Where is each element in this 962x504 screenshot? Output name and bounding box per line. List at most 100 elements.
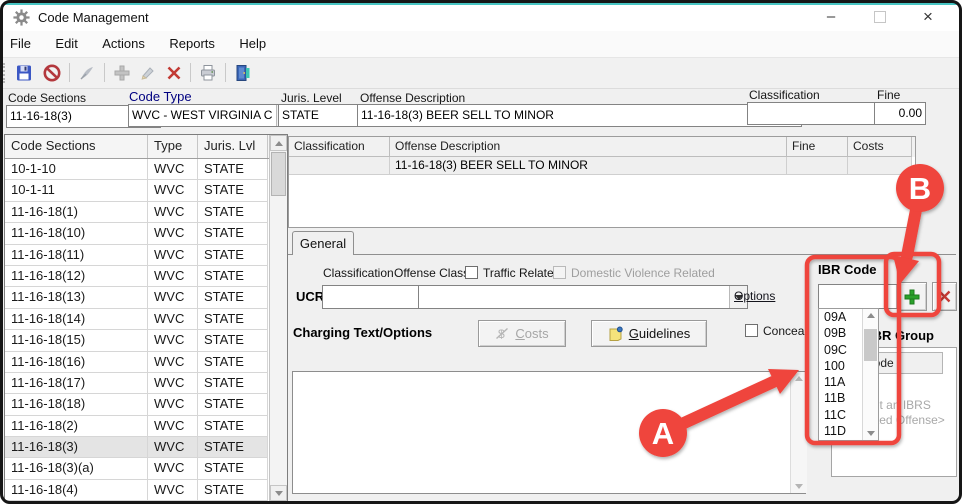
cell: WVC <box>148 266 198 287</box>
cell: STATE <box>198 416 268 437</box>
scroll-down-icon[interactable] <box>863 431 878 436</box>
cell: STATE <box>198 437 268 458</box>
offense-table-header: Classification Offense Description Fine … <box>289 137 915 157</box>
tab-strip-line <box>288 254 956 255</box>
table-row[interactable]: 11-16-18(4)WVCSTATE <box>5 480 287 501</box>
cell-offense-description: 11-16-18(3) BEER SELL TO MINOR <box>390 157 787 175</box>
close-button[interactable]: × <box>910 3 946 30</box>
maximize-button[interactable] <box>862 3 898 30</box>
charging-text-area[interactable] <box>292 371 806 494</box>
cell: 11-16-18(17) <box>5 373 148 394</box>
cancel-icon[interactable] <box>39 61 65 85</box>
scroll-up-icon[interactable] <box>791 376 807 381</box>
column-header[interactable]: Offense Description <box>390 137 787 157</box>
cell: WVC <box>148 394 198 415</box>
cell-classification <box>289 157 390 175</box>
scroll-down-icon[interactable] <box>791 484 807 489</box>
menu-actions[interactable]: Actions <box>92 31 155 51</box>
ibr-list-scrollbar[interactable] <box>862 309 878 440</box>
table-row[interactable]: 11-16-18(1)WVCSTATE <box>5 202 287 223</box>
code-type-dropdown[interactable]: WVC - WEST VIRGINIA C <box>128 104 295 127</box>
table-row[interactable]: 10-1-10WVCSTATE <box>5 159 287 180</box>
offense-description-input[interactable]: 11-16-18(3) BEER SELL TO MINOR <box>357 104 802 127</box>
cell: 11-16-18(16) <box>5 352 148 373</box>
cell: WVC <box>148 180 198 201</box>
cell: STATE <box>198 309 268 330</box>
column-header[interactable]: Juris. Lvl <box>198 135 268 158</box>
traffic-related-checkbox[interactable] <box>465 266 478 279</box>
column-header[interactable]: Fine <box>787 137 848 157</box>
table-row[interactable]: 11-16-18(18)WVCSTATE <box>5 394 287 415</box>
cell: 11-16-18(12) <box>5 266 148 287</box>
table-row[interactable]: 11-16-18(12)WVCSTATE <box>5 266 287 287</box>
ucr-offense-class-dropdown[interactable] <box>418 285 748 309</box>
code-table-header: Code Sections Type Juris. Lvl <box>5 135 287 159</box>
scroll-down-icon[interactable] <box>270 485 287 501</box>
ibr-add-button[interactable] <box>897 282 927 311</box>
code-type-value: WVC - WEST VIRGINIA C <box>132 108 272 122</box>
app-window: Code Management – × File Edit Actions Re… <box>0 0 962 504</box>
table-row[interactable]: 11-16-18(16)WVCSTATE <box>5 352 287 373</box>
cell: STATE <box>198 394 268 415</box>
delete-icon[interactable] <box>161 61 187 85</box>
scroll-thumb[interactable] <box>864 329 877 361</box>
cell: WVC <box>148 373 198 394</box>
guidelines-button[interactable]: Guidelines <box>591 320 707 347</box>
exit-icon[interactable] <box>230 61 256 85</box>
scroll-up-icon[interactable] <box>863 313 878 318</box>
offense-class-label: Offense Class <box>394 266 469 280</box>
code-table-scrollbar[interactable] <box>269 135 287 501</box>
menu-help[interactable]: Help <box>229 31 276 51</box>
conceal-checkbox[interactable] <box>745 324 758 337</box>
cell: 11-16-18(4) <box>5 480 148 501</box>
cell: WVC <box>148 437 198 458</box>
table-row[interactable]: 11-16-18(13)WVCSTATE <box>5 287 287 308</box>
guidelines-note-icon <box>608 326 624 342</box>
sign-pen-icon[interactable] <box>74 61 100 85</box>
fine-input[interactable]: 0.00 <box>874 102 926 125</box>
save-icon[interactable] <box>11 61 37 85</box>
table-row[interactable]: 11-16-18(3) BEER SELL TO MINOR <box>289 157 915 175</box>
menu-file[interactable]: File <box>0 31 41 51</box>
print-icon[interactable] <box>195 61 221 85</box>
cell: STATE <box>198 287 268 308</box>
table-row[interactable]: 11-16-18(3)WVCSTATE <box>5 437 287 458</box>
code-sections-table: Code Sections Type Juris. Lvl 10-1-10WVC… <box>4 134 288 502</box>
table-row[interactable]: 11-16-18(10)WVCSTATE <box>5 223 287 244</box>
ibr-delete-button[interactable] <box>932 282 957 311</box>
table-row[interactable]: 10-1-11WVCSTATE <box>5 180 287 201</box>
column-header[interactable]: Code Sections <box>5 135 148 158</box>
menu-reports[interactable]: Reports <box>159 31 225 51</box>
app-gear-icon <box>13 9 30 31</box>
cell: WVC <box>148 159 198 180</box>
minimize-button[interactable]: – <box>813 3 849 30</box>
classification-top-dropdown[interactable] <box>747 102 895 125</box>
column-header[interactable]: Costs <box>848 137 912 157</box>
column-header[interactable]: Type <box>148 135 198 158</box>
costs-button[interactable]: $ Costs <box>478 320 566 347</box>
cell: 11-16-18(10) <box>5 223 148 244</box>
conceal-label: Conceal <box>763 324 807 338</box>
cell: STATE <box>198 373 268 394</box>
tab-general[interactable]: General <box>292 231 354 255</box>
juris-level-label: Juris. Level <box>281 91 342 105</box>
charging-scrollbar[interactable] <box>790 372 807 493</box>
code-type-label: Code Type <box>129 89 192 104</box>
options-link[interactable]: Options <box>734 289 775 303</box>
table-row[interactable]: 11-16-18(17)WVCSTATE <box>5 373 287 394</box>
edit-icon[interactable] <box>135 61 161 85</box>
toolbar-separator <box>104 63 105 82</box>
menu-edit[interactable]: Edit <box>45 31 87 51</box>
add-icon[interactable] <box>109 61 135 85</box>
table-row[interactable]: 11-16-18(11)WVCSTATE <box>5 245 287 266</box>
table-row[interactable]: 11-16-18(3)(a)WVCSTATE <box>5 458 287 479</box>
column-header[interactable]: Classification <box>289 137 390 157</box>
table-row[interactable]: 11-16-18(2)WVCSTATE <box>5 416 287 437</box>
table-row[interactable]: 11-16-18(14)WVCSTATE <box>5 309 287 330</box>
table-row[interactable]: 11-16-18(15)WVCSTATE <box>5 330 287 351</box>
scroll-up-icon[interactable] <box>270 135 287 151</box>
domestic-violence-checkbox <box>553 266 566 279</box>
scroll-thumb[interactable] <box>271 152 286 196</box>
cell: WVC <box>148 202 198 223</box>
cell: 11-16-18(15) <box>5 330 148 351</box>
